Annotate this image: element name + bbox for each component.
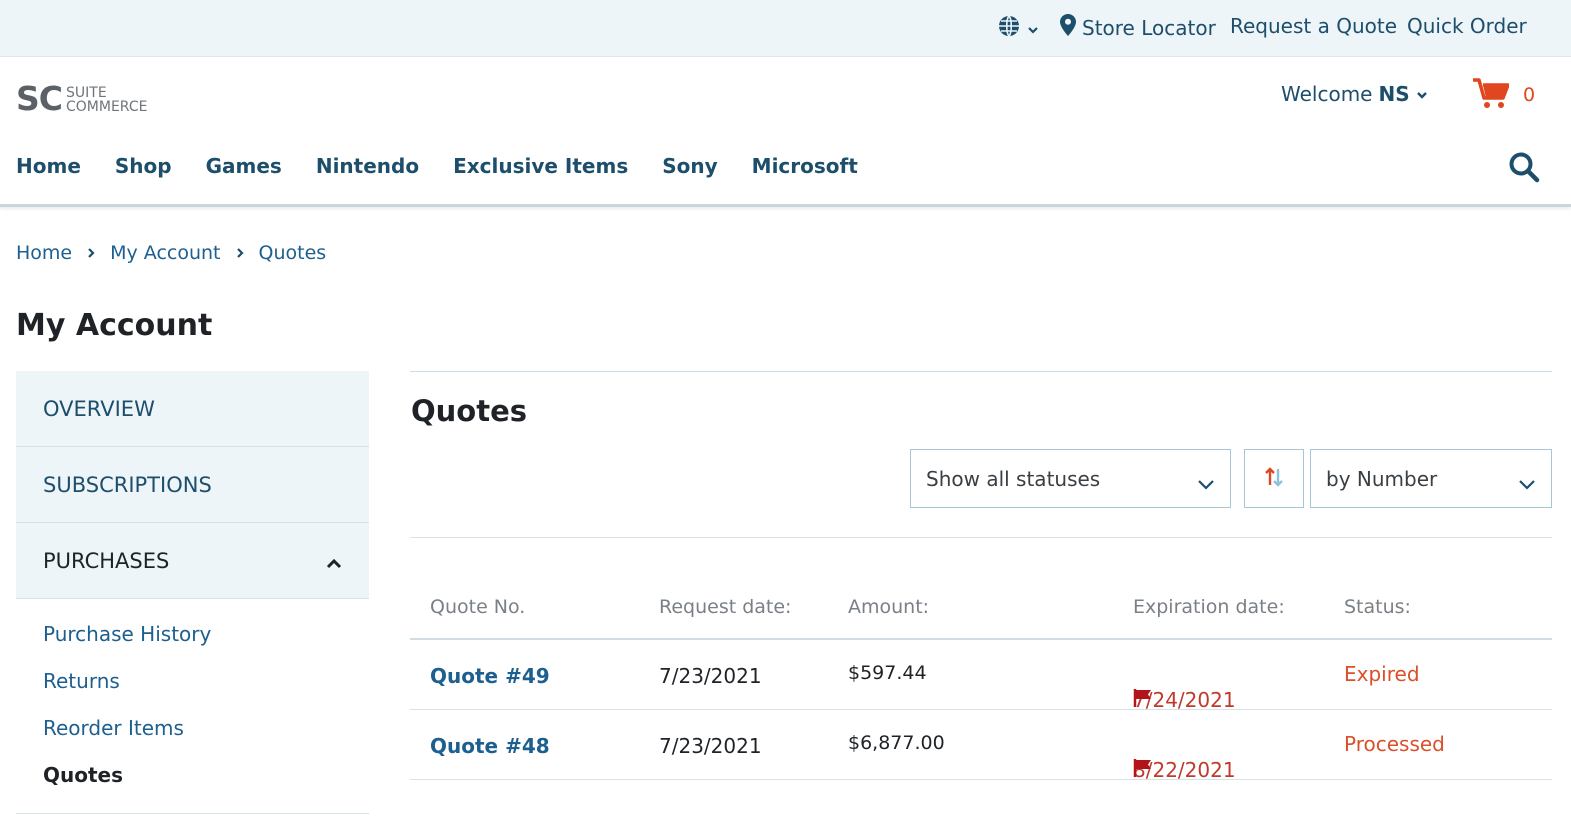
flag-icon xyxy=(1133,758,1153,783)
column-header-quote-no: Quote No. xyxy=(430,596,526,618)
column-header-status: Status: xyxy=(1344,596,1411,618)
sidebar-link-reorder-items[interactable]: Reorder Items xyxy=(16,705,369,752)
sidebar-item-label: OVERVIEW xyxy=(43,396,155,421)
nav-sony[interactable]: Sony xyxy=(662,154,717,178)
sidebar-item-subscriptions[interactable]: SUBSCRIPTIONS xyxy=(16,447,369,523)
logo-word-suite: SUITE xyxy=(66,84,107,101)
request-date: 7/23/2021 xyxy=(659,664,762,688)
nav-home[interactable]: Home xyxy=(16,154,81,178)
quote-amount: $6,877.00 xyxy=(848,732,945,754)
quote-number-link[interactable]: Quote #48 xyxy=(430,734,550,758)
logo-wordmark: SUITE COMMERCE xyxy=(66,86,147,114)
chevron-down-icon xyxy=(1416,82,1428,106)
quick-order-link[interactable]: Quick Order xyxy=(1407,14,1527,38)
chevron-right-icon xyxy=(235,247,245,259)
store-locator-label: Store Locator xyxy=(1082,15,1216,40)
globe-icon xyxy=(997,14,1021,43)
sidebar-link-purchase-history[interactable]: Purchase History xyxy=(16,611,369,658)
site-header: SC SUITE COMMERCE Welcome NS 0 Home Shop… xyxy=(0,57,1571,207)
nav-microsoft[interactable]: Microsoft xyxy=(752,154,858,178)
sidebar-link-returns[interactable]: Returns xyxy=(16,658,369,705)
search-icon xyxy=(1508,152,1540,187)
quick-order-label: Quick Order xyxy=(1407,14,1527,38)
account-menu[interactable]: Welcome NS xyxy=(1281,82,1428,106)
nav-exclusive-items[interactable]: Exclusive Items xyxy=(453,154,628,178)
site-logo[interactable]: SC SUITE COMMERCE xyxy=(16,79,147,118)
cart-icon xyxy=(1473,77,1510,113)
sort-arrows-icon xyxy=(1263,466,1285,492)
request-date: 7/23/2021 xyxy=(659,734,762,758)
chevron-down-icon xyxy=(1027,17,1039,41)
sort-by-value: by Number xyxy=(1326,466,1438,491)
chevron-down-icon xyxy=(1196,472,1216,496)
sort-direction-button[interactable] xyxy=(1244,449,1304,508)
page-title: My Account xyxy=(16,308,213,343)
logo-mark: SC xyxy=(16,79,63,118)
breadcrumb-home[interactable]: Home xyxy=(16,242,72,264)
status-badge: Expired xyxy=(1344,662,1420,686)
divider xyxy=(410,537,1552,538)
table-row[interactable]: Quote #48 7/23/2021 $6,877.00 8/22/2021 … xyxy=(410,710,1552,783)
nav-shop[interactable]: Shop xyxy=(115,154,172,178)
quotes-table: Quote No. Request date: Amount: Expirati… xyxy=(410,590,1552,783)
nav-games[interactable]: Games xyxy=(206,154,282,178)
language-selector[interactable] xyxy=(997,14,1039,43)
username: NS xyxy=(1378,82,1410,106)
sidebar-item-label: PURCHASES xyxy=(43,548,170,573)
status-filter-select[interactable]: Show all statuses xyxy=(910,449,1231,508)
chevron-up-icon xyxy=(325,551,343,575)
store-locator-link[interactable]: Store Locator xyxy=(1060,14,1216,41)
table-row[interactable]: Quote #49 7/23/2021 $597.44 7/24/2021 Ex… xyxy=(410,640,1552,712)
table-header: Quote No. Request date: Amount: Expirati… xyxy=(410,590,1552,640)
request-quote-label: Request a Quote xyxy=(1230,14,1398,38)
column-header-request-date: Request date: xyxy=(659,596,792,618)
cart-count: 0 xyxy=(1523,84,1536,106)
sidebar-link-quotes[interactable]: Quotes xyxy=(16,752,369,799)
quote-amount: $597.44 xyxy=(848,662,927,684)
request-quote-link[interactable]: Request a Quote xyxy=(1230,14,1397,38)
status-filter-value: Show all statuses xyxy=(926,466,1101,491)
quotes-panel: Quotes Show all statuses by Number Quote… xyxy=(410,371,1552,782)
map-pin-icon xyxy=(1060,14,1076,41)
column-header-amount: Amount: xyxy=(848,596,930,618)
utility-bar: Store Locator Request a Quote Quick Orde… xyxy=(0,0,1571,57)
breadcrumb-quotes[interactable]: Quotes xyxy=(259,242,327,264)
sidebar-item-label: SUBSCRIPTIONS xyxy=(43,472,212,497)
logo-word-commerce: COMMERCE xyxy=(66,98,148,115)
cart-button[interactable]: 0 xyxy=(1473,77,1535,113)
breadcrumb: Home My Account Quotes xyxy=(16,242,326,264)
quote-number-link[interactable]: Quote #49 xyxy=(430,664,550,688)
sort-by-select[interactable]: by Number xyxy=(1310,449,1552,508)
chevron-down-icon xyxy=(1517,472,1537,496)
sidebar-item-overview[interactable]: OVERVIEW xyxy=(16,371,369,447)
breadcrumb-my-account[interactable]: My Account xyxy=(110,242,220,264)
status-badge: Processed xyxy=(1344,732,1445,756)
column-header-expiration-date: Expiration date: xyxy=(1133,596,1285,618)
nav-nintendo[interactable]: Nintendo xyxy=(316,154,419,178)
purchases-submenu: Purchase History Returns Reorder Items Q… xyxy=(16,599,369,814)
welcome-text: Welcome xyxy=(1281,82,1373,106)
sidebar-item-purchases[interactable]: PURCHASES xyxy=(16,523,369,599)
chevron-right-icon xyxy=(86,247,96,259)
section-title: Quotes xyxy=(411,394,528,428)
account-sidebar: OVERVIEW SUBSCRIPTIONS PURCHASES Purchas… xyxy=(16,371,369,814)
main-nav: Home Shop Games Nintendo Exclusive Items… xyxy=(16,154,892,178)
search-button[interactable] xyxy=(1508,151,1540,187)
